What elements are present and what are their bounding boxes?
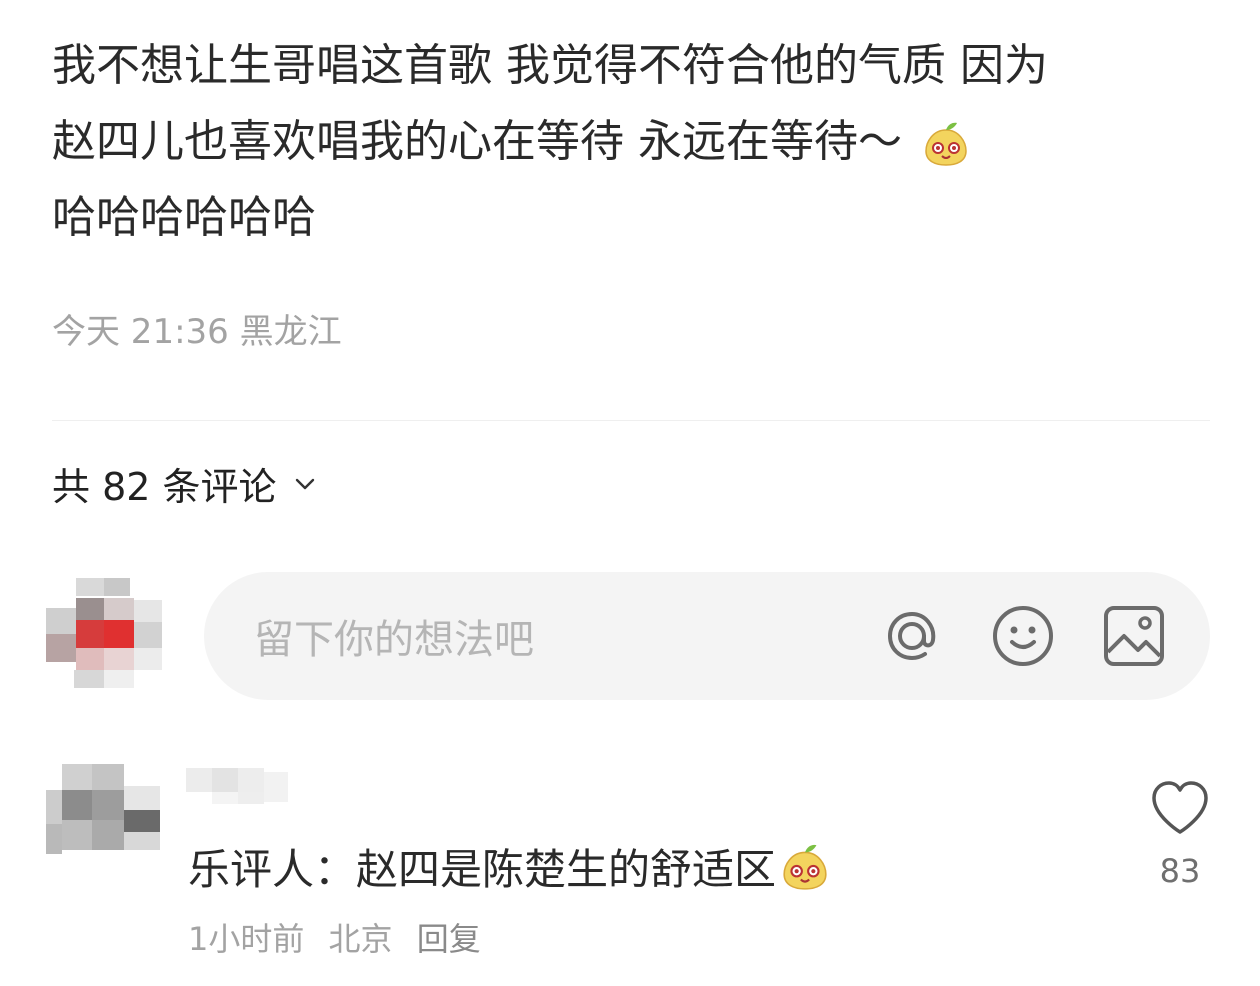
commenter-name[interactable] xyxy=(186,766,302,806)
post-time: 今天 21:36 xyxy=(52,312,229,352)
reply-button[interactable]: 回复 xyxy=(417,920,481,958)
heart-icon[interactable] xyxy=(1148,778,1212,838)
post-text-line-1: 我不想让生哥唱这首歌 我觉得不符合他的气质 因为 xyxy=(52,40,1048,91)
pear-face-emoji-icon xyxy=(925,122,967,166)
like-count: 83 xyxy=(1159,852,1201,890)
comment-location: 北京 xyxy=(328,920,393,958)
comments-count-toggle[interactable]: 共 82 条评论 xyxy=(52,456,319,511)
comment-input[interactable]: 留下你的想法吧 xyxy=(204,572,1210,700)
post-text-line-2: 赵四儿也喜欢唱我的心在等待 永远在等待～ xyxy=(52,116,902,167)
comments-count-label: 共 82 条评论 xyxy=(52,465,277,509)
post-meta: 今天 21:36 黑龙江 xyxy=(52,304,342,353)
pear-face-emoji-icon xyxy=(783,844,827,890)
smile-icon xyxy=(993,606,1053,666)
at-icon xyxy=(887,611,936,661)
post-text-line-3: 哈哈哈哈哈哈 xyxy=(52,192,316,243)
post-location: 黑龙江 xyxy=(239,312,342,352)
chevron-down-icon xyxy=(295,478,314,489)
at-button[interactable] xyxy=(877,601,947,671)
commenter-avatar[interactable] xyxy=(46,764,162,858)
comment-time: 1小时前 xyxy=(188,920,305,958)
image-button[interactable] xyxy=(1099,601,1169,671)
comment-text-content: 乐评人：赵四是陈楚生的舒适区 xyxy=(188,845,777,894)
post-content: 我不想让生哥唱这首歌 我觉得不符合他的气质 因为 赵四儿也喜欢唱我的心在等待 永… xyxy=(52,28,1222,256)
image-icon xyxy=(1104,606,1164,666)
comment-meta: 1小时前 北京 回复 xyxy=(188,914,495,960)
post-text-line-2-wrap: 赵四儿也喜欢唱我的心在等待 永远在等待～ xyxy=(52,104,1222,180)
divider xyxy=(52,420,1210,421)
comment-text: 乐评人：赵四是陈楚生的舒适区 xyxy=(188,836,830,897)
current-user-avatar[interactable] xyxy=(46,578,164,690)
emoji-button[interactable] xyxy=(988,601,1058,671)
comment-input-placeholder: 留下你的想法吧 xyxy=(254,617,534,663)
